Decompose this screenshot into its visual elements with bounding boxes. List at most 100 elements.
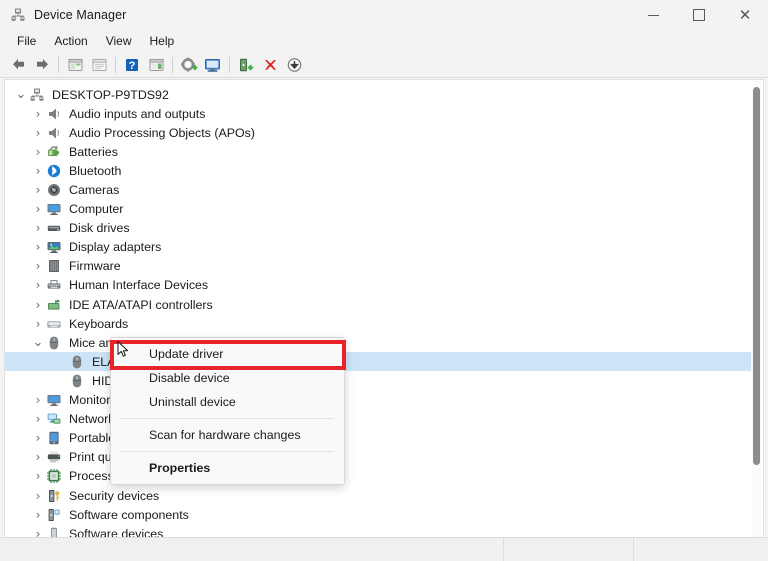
chevron-right-icon[interactable]: › xyxy=(30,239,46,255)
chevron-right-icon[interactable]: › xyxy=(30,163,46,179)
maximize-button[interactable] xyxy=(676,0,722,30)
tree-item-label: Human Interface Devices xyxy=(69,278,209,293)
ctx-scan-for-hardware-changes[interactable]: Scan for hardware changes xyxy=(111,423,344,447)
tree-item-label: Audio inputs and outputs xyxy=(69,106,206,121)
minimize-button[interactable] xyxy=(630,0,676,30)
expander-placeholder xyxy=(53,373,69,389)
ctx-disable-device[interactable]: Disable device xyxy=(111,366,344,390)
chevron-right-icon[interactable]: › xyxy=(30,125,46,141)
tree-item-software-components[interactable]: › Software components xyxy=(5,505,753,524)
firmware-icon xyxy=(46,258,62,274)
device-manager-window: Device Manager ✕ File Action View Help ?… xyxy=(0,0,768,561)
menu-help[interactable]: Help xyxy=(141,32,184,50)
expander-placeholder xyxy=(53,354,69,370)
tree-item-disk-drives[interactable]: › Disk drives xyxy=(5,219,753,238)
tree-item-label: Cameras xyxy=(69,183,120,198)
disable-device-icon[interactable] xyxy=(282,54,306,76)
back-icon[interactable] xyxy=(6,54,30,76)
chevron-right-icon[interactable]: › xyxy=(30,316,46,332)
toolbar-separator-2 xyxy=(115,56,116,73)
window-title: Device Manager xyxy=(34,8,127,22)
chevron-down-icon[interactable]: ⌄ xyxy=(30,335,46,351)
uninstall-device-icon[interactable] xyxy=(258,54,282,76)
vertical-scrollbar[interactable] xyxy=(751,81,762,537)
tree-item-label: Batteries xyxy=(69,144,118,159)
chevron-right-icon[interactable]: › xyxy=(30,182,46,198)
tree-item-label: IDE ATA/ATAPI controllers xyxy=(69,297,213,312)
forward-icon[interactable] xyxy=(30,54,54,76)
security-device-icon xyxy=(46,488,62,504)
chevron-right-icon[interactable]: › xyxy=(30,507,46,523)
chevron-right-icon[interactable]: › xyxy=(30,144,46,160)
status-bar xyxy=(0,537,768,561)
chevron-right-icon[interactable]: › xyxy=(30,468,46,484)
chevron-down-icon[interactable]: ⌄ xyxy=(13,87,29,103)
ctx-uninstall-device[interactable]: Uninstall device xyxy=(111,390,344,414)
tree-item-ide-ata-atapi-controllers[interactable]: › IDE ATA/ATAPI controllers xyxy=(5,295,753,314)
tree-item-audio-inputs-and-outputs[interactable]: › Audio inputs and outputs xyxy=(5,104,753,123)
keyboard-icon xyxy=(46,316,62,332)
computer-root-icon xyxy=(29,87,45,103)
context-menu-separator xyxy=(121,418,334,419)
tree-item-security-devices[interactable]: › Security devices xyxy=(5,486,753,505)
chevron-right-icon[interactable]: › xyxy=(30,430,46,446)
show-hide-action-pane-icon[interactable] xyxy=(144,54,168,76)
tree-item-cameras[interactable]: › Cameras xyxy=(5,180,753,199)
tree-item-bluetooth[interactable]: › Bluetooth xyxy=(5,161,753,180)
chevron-right-icon[interactable]: › xyxy=(30,201,46,217)
tree-item-label: Disk drives xyxy=(69,221,130,236)
toolbar-separator-1 xyxy=(58,56,59,73)
device-manager-icon xyxy=(10,7,26,23)
enable-device-icon[interactable] xyxy=(234,54,258,76)
ctx-update-driver[interactable]: Update driver xyxy=(111,342,344,366)
chevron-right-icon[interactable]: › xyxy=(30,258,46,274)
context-menu-separator xyxy=(121,451,334,452)
tree-item-label: Display adapters xyxy=(69,240,162,255)
tree-item-label: Security devices xyxy=(69,488,160,503)
chevron-right-icon[interactable]: › xyxy=(30,392,46,408)
tree-item-batteries[interactable]: › Batteries xyxy=(5,142,753,161)
tree-item-label: Keyboards xyxy=(69,316,129,331)
menu-action[interactable]: Action xyxy=(45,32,96,50)
tree-item-label: Computer xyxy=(69,202,124,217)
ctx-properties[interactable]: Properties xyxy=(111,456,344,480)
show-hide-console-tree-icon[interactable] xyxy=(63,54,87,76)
tree-item-display-adapters[interactable]: › Display adapters xyxy=(5,238,753,257)
tree-item-human-interface-devices[interactable]: › Human Interface Devices xyxy=(5,276,753,295)
chevron-right-icon[interactable]: › xyxy=(30,488,46,504)
vertical-scrollbar-thumb[interactable] xyxy=(753,87,760,465)
title-bar: Device Manager ✕ xyxy=(0,0,768,30)
display-adapter-icon xyxy=(46,239,62,255)
tree-item-software-devices[interactable]: › Software devices xyxy=(5,524,753,537)
speaker-icon xyxy=(46,125,62,141)
scan-for-hardware-changes-icon[interactable] xyxy=(201,54,225,76)
processor-icon xyxy=(46,468,62,484)
close-button[interactable]: ✕ xyxy=(722,0,768,30)
disk-drive-icon xyxy=(46,220,62,236)
tree-item-label: Bluetooth xyxy=(69,163,122,178)
menu-file[interactable]: File xyxy=(8,32,45,50)
properties-icon[interactable] xyxy=(87,54,111,76)
tree-item-firmware[interactable]: › Firmware xyxy=(5,257,753,276)
tree-item-desktop-p9tds92[interactable]: ⌄ DESKTOP-P9TDS92 xyxy=(5,85,753,104)
update-driver-icon[interactable] xyxy=(177,54,201,76)
chevron-right-icon[interactable]: › xyxy=(30,297,46,313)
tree-item-audio-processing-objects-apos[interactable]: › Audio Processing Objects (APOs) xyxy=(5,123,753,142)
chevron-right-icon[interactable]: › xyxy=(30,277,46,293)
help-icon[interactable]: ? xyxy=(120,54,144,76)
chevron-right-icon[interactable]: › xyxy=(30,106,46,122)
tree-item-keyboards[interactable]: › Keyboards xyxy=(5,314,753,333)
minimize-icon xyxy=(647,14,659,16)
monitor-icon xyxy=(46,201,62,217)
chevron-right-icon[interactable]: › xyxy=(30,220,46,236)
mouse-icon xyxy=(69,373,85,389)
menu-view[interactable]: View xyxy=(97,32,141,50)
bluetooth-icon xyxy=(46,163,62,179)
toolbar: ? xyxy=(0,52,768,78)
toolbar-separator-4 xyxy=(229,56,230,73)
software-component-icon xyxy=(46,507,62,523)
mouse-icon xyxy=(46,335,62,351)
chevron-right-icon[interactable]: › xyxy=(30,449,46,465)
tree-item-computer[interactable]: › Computer xyxy=(5,200,753,219)
chevron-right-icon[interactable]: › xyxy=(30,411,46,427)
